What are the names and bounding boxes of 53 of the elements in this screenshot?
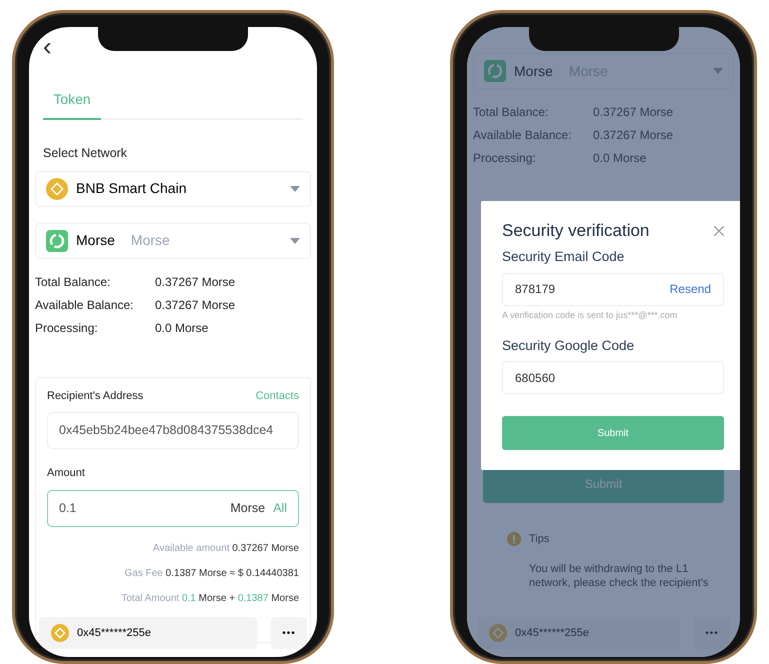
- summary-line: Total Amount 0.1 Morse + 0.1387 Morse: [120, 592, 299, 606]
- balance-value: 0.37267 Morse: [593, 127, 674, 144]
- balance-label: Available Balance:: [35, 296, 135, 314]
- token-name: Morse: [514, 62, 553, 80]
- amount-field[interactable]: 0.1 Morse All: [47, 490, 299, 527]
- wallet-address-button[interactable]: 0x45******255e: [39, 617, 257, 649]
- field-label: Security Email Code: [502, 248, 626, 266]
- field-label: Recipient's Address: [47, 388, 144, 404]
- tips-title: Tips: [529, 532, 550, 547]
- balance-label: Total Balance:: [35, 274, 112, 291]
- balance-label: Processing:: [35, 320, 99, 337]
- morse-logo-icon: [46, 230, 68, 252]
- code-value: 680560: [515, 370, 556, 387]
- section-label: Select Network: [43, 145, 128, 162]
- field-label: Security Google Code: [502, 337, 636, 356]
- balance-value: 0.0 Morse: [155, 320, 210, 337]
- warning-icon: [507, 532, 521, 546]
- network-name: BNB Smart Chain: [76, 179, 186, 198]
- code-field[interactable]: 680560: [502, 361, 724, 394]
- balance-label: Processing:: [473, 150, 537, 167]
- back-button[interactable]: ‹: [43, 27, 52, 59]
- code-field[interactable]: 878179 Resend: [502, 272, 724, 306]
- balance-value: 0.0 Morse: [593, 150, 648, 167]
- morse-logo-icon: [484, 60, 506, 82]
- summary-line: Available amount 0.37267 Morse: [152, 542, 299, 556]
- dropdown-caret-icon: [713, 68, 723, 74]
- balance-value: 0.37267 Morse: [155, 296, 236, 314]
- summary-line: Gas Fee 0.1387 Morse ≈ $ 0.14440381: [123, 566, 299, 581]
- bnb-coin-icon: [46, 178, 68, 200]
- wallet-address-button[interactable]: 0x45******255e: [477, 617, 680, 649]
- balance-label: Total Balance:: [473, 104, 550, 121]
- amount-value: 0.1: [59, 500, 76, 517]
- amount-unit: Morse: [230, 500, 266, 517]
- more-button[interactable]: •••: [271, 617, 307, 649]
- token-name: Morse: [76, 231, 115, 250]
- address-field[interactable]: 0x45eb5b24bee47b8d084375538dce4: [47, 412, 299, 450]
- balance-value: 0.37267 Morse: [155, 274, 236, 291]
- dialog-title: Security verification: [502, 221, 650, 242]
- hint-text: A verification code is sent to jus***@***.com: [502, 308, 678, 322]
- bnb-coin-icon: [489, 624, 507, 642]
- resend-link[interactable]: Resend: [670, 280, 711, 298]
- field-label: Amount: [47, 466, 86, 482]
- token-select[interactable]: Morse Morse: [35, 222, 311, 259]
- balance-value: 0.37267 Morse: [593, 104, 674, 121]
- balance-label: Available Balance:: [473, 127, 573, 144]
- code-value: 878179: [515, 281, 556, 298]
- bnb-coin-icon: [51, 624, 69, 642]
- dropdown-caret-icon: [290, 186, 300, 192]
- tips-text: You will be withdrawing to the L1 network, please check the recipient's: [529, 562, 710, 592]
- token-symbol: Morse: [130, 231, 170, 250]
- dropdown-caret-icon: [290, 238, 300, 244]
- more-button[interactable]: •••: [694, 617, 730, 649]
- network-select[interactable]: BNB Smart Chain: [35, 170, 311, 207]
